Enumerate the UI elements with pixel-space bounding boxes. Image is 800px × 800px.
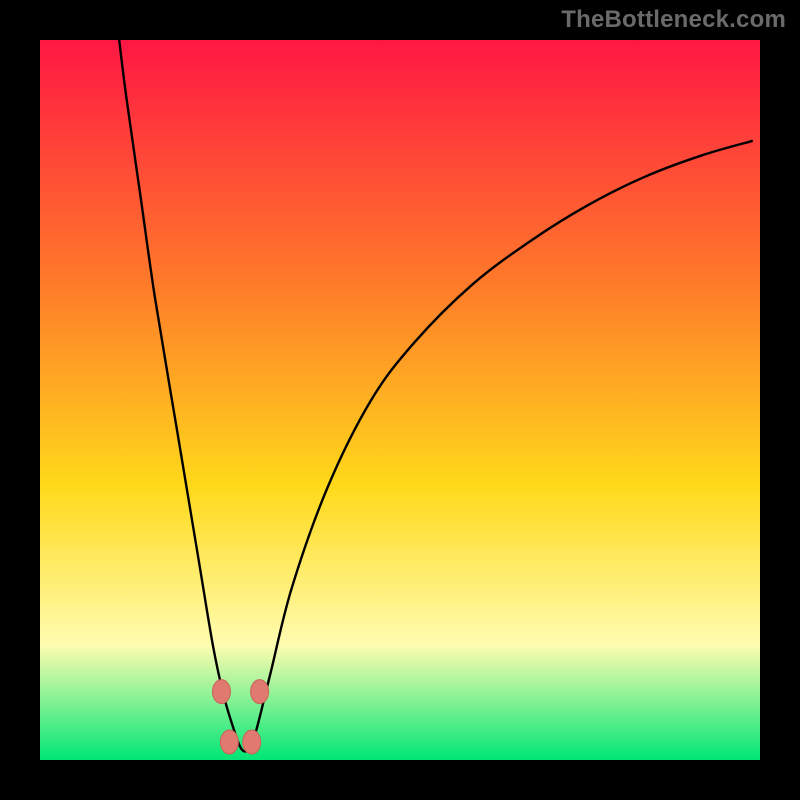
curve-marker (212, 680, 230, 704)
curve-marker (251, 680, 269, 704)
curve-marker (220, 730, 238, 754)
plot-area (40, 40, 760, 760)
curve-marker (243, 730, 261, 754)
chart-frame: TheBottleneck.com (0, 0, 800, 800)
watermark-text: TheBottleneck.com (561, 6, 786, 34)
bottleneck-curve (40, 40, 760, 760)
